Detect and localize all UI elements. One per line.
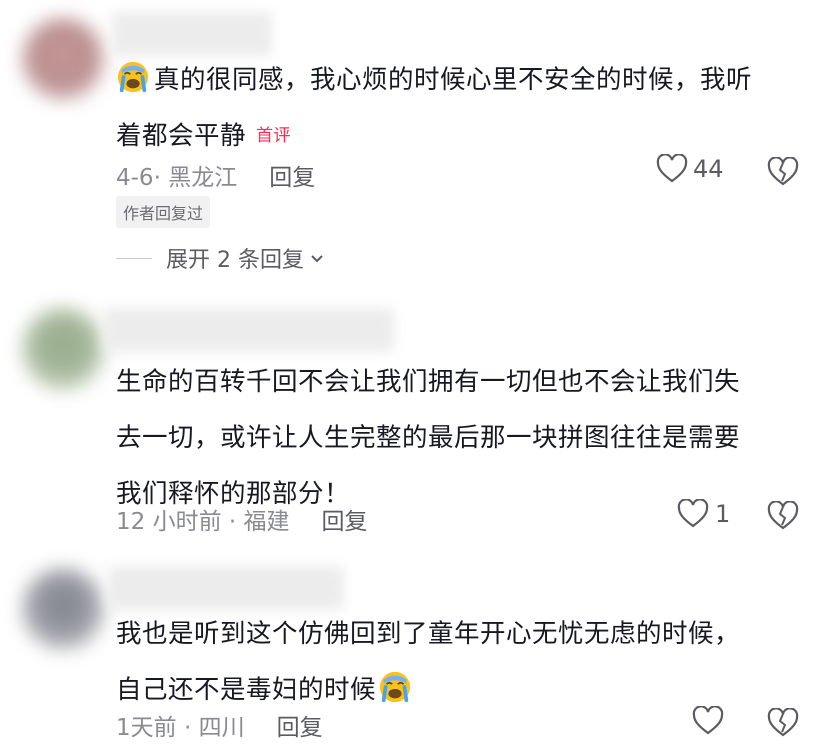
broken-heart-icon[interactable] (767, 708, 799, 738)
time-location: 12 小时前 · 福建 (116, 509, 290, 535)
expand-replies-label: 展开 2 条回复 (166, 248, 304, 273)
comment-meta: 4-6· 黑龙江 回复 (116, 158, 315, 192)
comment-text: 我也是听到这个仿佛回到了童年开心无忧无虑的时候， 自己还不是毒妇的时候 (116, 606, 806, 718)
broken-heart-icon[interactable] (767, 157, 799, 187)
avatar[interactable] (22, 18, 104, 100)
comment-text-line: 去一切，或许让人生完整的最后那一块拼图往往是需要 (116, 423, 741, 453)
reply-button[interactable]: 回复 (277, 715, 323, 741)
comment-item: 生命的百转千回不会让我们拥有一切但也不会让我们失 去一切，或许让人生完整的最后那… (0, 290, 830, 550)
time-location: 4-6· 黑龙江 (116, 165, 238, 191)
comment-text: 真的很同感，我心烦的时候心里不安全的时候，我听 着都会平静 首评 (116, 52, 806, 164)
broken-heart-icon[interactable] (767, 501, 799, 531)
comment-text: 生命的百转千回不会让我们拥有一切但也不会让我们失 去一切，或许让人生完整的最后那… (116, 354, 806, 522)
avatar[interactable] (22, 308, 104, 390)
first-comment-badge: 首评 (256, 126, 292, 146)
comment-text-line: 我也是听到这个仿佛回到了童年开心无忧无虑的时候， (116, 619, 741, 649)
comment-meta: 12 小时前 · 福建 回复 (116, 502, 368, 536)
avatar[interactable] (22, 568, 104, 650)
like-button[interactable]: 1 (677, 499, 730, 529)
author-replied-tag: 作者回复过 (116, 196, 211, 228)
like-count: 44 (693, 155, 724, 183)
comment-item: 真的很同感，我心烦的时候心里不安全的时候，我听 着都会平静 首评 4-6· 黑龙江… (0, 0, 830, 290)
comment-text-line: 真的很同感，我心烦的时候心里不安全的时候，我听 (154, 65, 753, 95)
heart-icon (677, 499, 709, 528)
comment-text-line: 着都会平静 (116, 121, 247, 151)
username-blurred[interactable] (108, 566, 344, 610)
username-blurred[interactable] (112, 12, 272, 56)
comment-text-line: 生命的百转千回不会让我们拥有一切但也不会让我们失 (116, 367, 741, 397)
comment-item: 我也是听到这个仿佛回到了童年开心无忧无虑的时候， 自己还不是毒妇的时候 1天前 … (0, 550, 830, 755)
loudly-crying-face-icon (117, 61, 149, 93)
divider (116, 257, 152, 259)
reply-button[interactable]: 回复 (322, 509, 368, 535)
loudly-crying-face-icon (379, 671, 411, 703)
like-count: 1 (715, 500, 731, 528)
comment-meta: 1天前 · 四川 回复 (116, 708, 323, 742)
like-button[interactable] (692, 706, 724, 736)
reply-button[interactable]: 回复 (269, 165, 315, 191)
expand-replies-button[interactable]: 展开 2 条回复 (116, 242, 326, 274)
like-button[interactable]: 44 (656, 154, 724, 184)
username-blurred[interactable] (104, 308, 394, 352)
chevron-down-icon (311, 255, 323, 263)
comment-text-line: 自己还不是毒妇的时候 (116, 675, 377, 705)
time-location: 1天前 · 四川 (116, 715, 245, 741)
heart-icon (692, 706, 724, 735)
heart-icon (656, 154, 688, 183)
